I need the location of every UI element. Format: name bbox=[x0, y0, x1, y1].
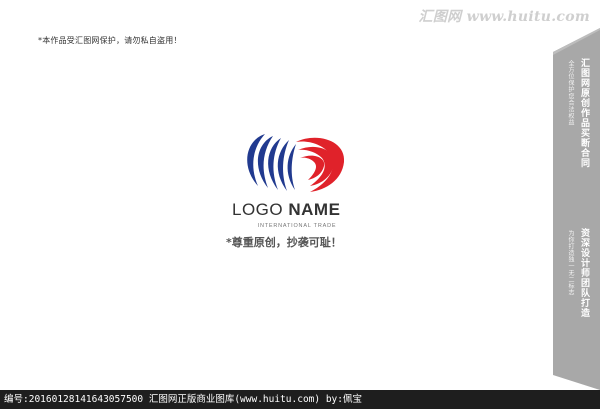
logo-mark bbox=[238, 128, 358, 198]
logo-name: LOGO NAME bbox=[232, 200, 372, 220]
copyright-notice: *本作品受汇图网保护，请勿私自盗用！ bbox=[38, 36, 182, 45]
footer-text: 编号:20160128141643057500 汇图网正版商业图库(www.hu… bbox=[4, 394, 362, 405]
logo-name-light: LOGO bbox=[232, 200, 289, 219]
design-canvas: *本作品受汇图网保护，请勿私自盗用！ 汇图网 www.huitu.com 汇图网… bbox=[0, 0, 600, 409]
side-band-unique-text: 为你打造独一无二标志 bbox=[567, 230, 574, 296]
side-band-protect-text: 全方位保护您合法权益 bbox=[567, 60, 574, 126]
side-band: 汇图网原创作品买断合同 全方位保护您合法权益 资深设计师团队打造 为你打造独一无… bbox=[553, 0, 600, 390]
logo-subtitle: INTERNATIONAL TRADE bbox=[257, 223, 337, 229]
logo-name-bold: NAME bbox=[288, 200, 341, 219]
footer-bar: 编号:20160128141643057500 汇图网正版商业图库(www.hu… bbox=[0, 390, 600, 409]
side-band-contract-text: 汇图网原创作品买断合同 bbox=[579, 58, 589, 168]
infinity-swoosh-icon bbox=[247, 134, 345, 192]
slogan-text: *尊重原创，抄袭可耻！ bbox=[226, 236, 342, 249]
side-band-designer-text: 资深设计师团队打造 bbox=[579, 228, 589, 318]
side-band-shape bbox=[553, 28, 600, 390]
